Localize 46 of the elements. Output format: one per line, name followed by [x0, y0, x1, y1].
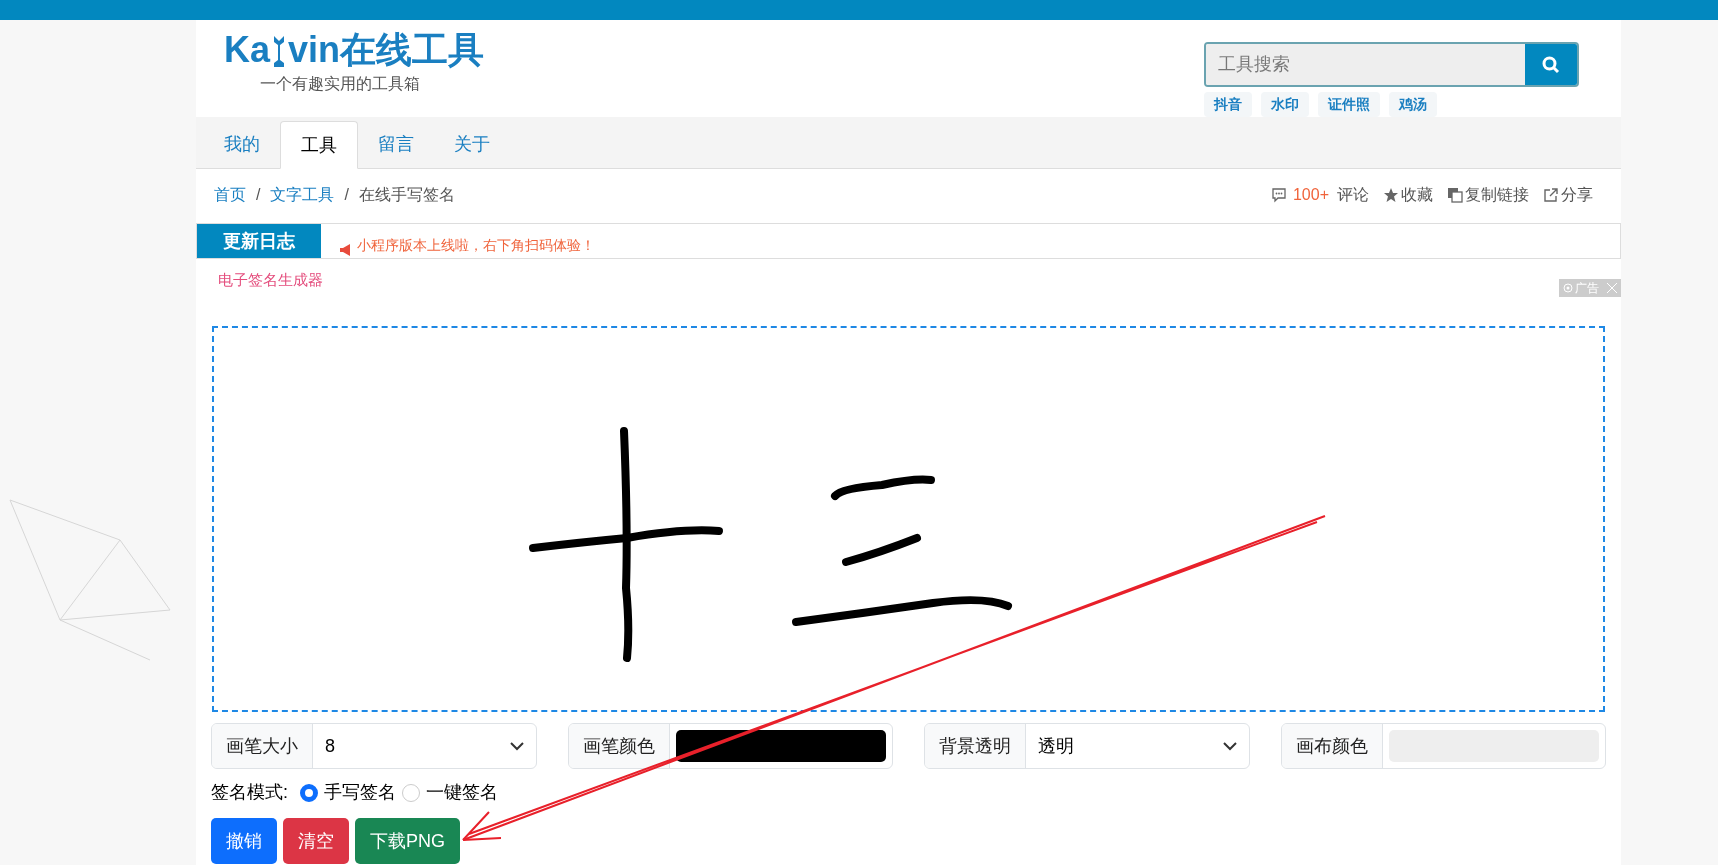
copy-icon: [1447, 187, 1463, 203]
action-button[interactable]: 下载PNG: [355, 818, 460, 864]
radio-button[interactable]: [300, 783, 318, 802]
action-button[interactable]: 清空: [283, 818, 349, 864]
notice-title: 更新日志: [197, 224, 321, 258]
logo-text[interactable]: vin在线工具: [288, 32, 485, 68]
radio-label: 一键签名: [426, 781, 498, 804]
comment-icon: [1270, 187, 1287, 203]
tool-title: 电子签名生成器: [218, 270, 323, 290]
nav-tab[interactable]: 我的: [204, 120, 280, 168]
megaphone-icon: [339, 244, 353, 256]
action-link[interactable]: 收藏: [1401, 183, 1433, 207]
nav-tab[interactable]: 留言: [358, 120, 434, 168]
wrench-icon: [272, 34, 287, 68]
action-button[interactable]: 撤销: [211, 818, 277, 864]
comment-count: 100+: [1292, 185, 1329, 205]
control-label: 画布颜色: [1281, 724, 1383, 768]
radio-label: 手写签名: [324, 781, 396, 804]
breadcrumb-separator: /: [344, 185, 349, 205]
breadcrumb-link[interactable]: 文字工具: [270, 183, 335, 207]
hot-tag-link[interactable]: 鸡汤: [1389, 92, 1437, 117]
action-link[interactable]: 评论: [1337, 183, 1369, 207]
site-tagline: 一个有趣实用的工具箱: [260, 74, 421, 94]
action-link[interactable]: 分享: [1561, 183, 1593, 207]
notice-message: 小程序版本上线啦，右下角扫码体验！: [357, 236, 595, 255]
nav-tab[interactable]: 工具: [280, 121, 358, 169]
hot-tag-link[interactable]: 水印: [1261, 92, 1309, 117]
star-icon: [1383, 187, 1399, 203]
hot-tag-link[interactable]: 抖音: [1204, 92, 1252, 117]
nav-tab[interactable]: 关于: [434, 120, 510, 168]
mode-label: 签名模式:: [211, 781, 288, 804]
breadcrumb-current: 在线手写签名: [358, 185, 455, 205]
search-button[interactable]: [1525, 44, 1577, 85]
share-icon: [1543, 187, 1559, 203]
color-swatch[interactable]: [675, 730, 886, 762]
breadcrumb-separator: /: [256, 185, 261, 205]
hot-tag-link[interactable]: 证件照: [1318, 92, 1380, 117]
search-field[interactable]: 工具搜索: [1204, 42, 1579, 87]
logo-text[interactable]: Ka: [224, 32, 271, 68]
radio-button[interactable]: [402, 783, 420, 802]
target-icon: [1563, 283, 1573, 293]
action-link[interactable]: 复制链接: [1465, 183, 1529, 207]
signature-canvas[interactable]: [212, 326, 1605, 712]
control-label: 画笔颜色: [568, 724, 670, 768]
search-icon: [1542, 55, 1560, 74]
breadcrumb-link[interactable]: 首页: [214, 183, 246, 207]
